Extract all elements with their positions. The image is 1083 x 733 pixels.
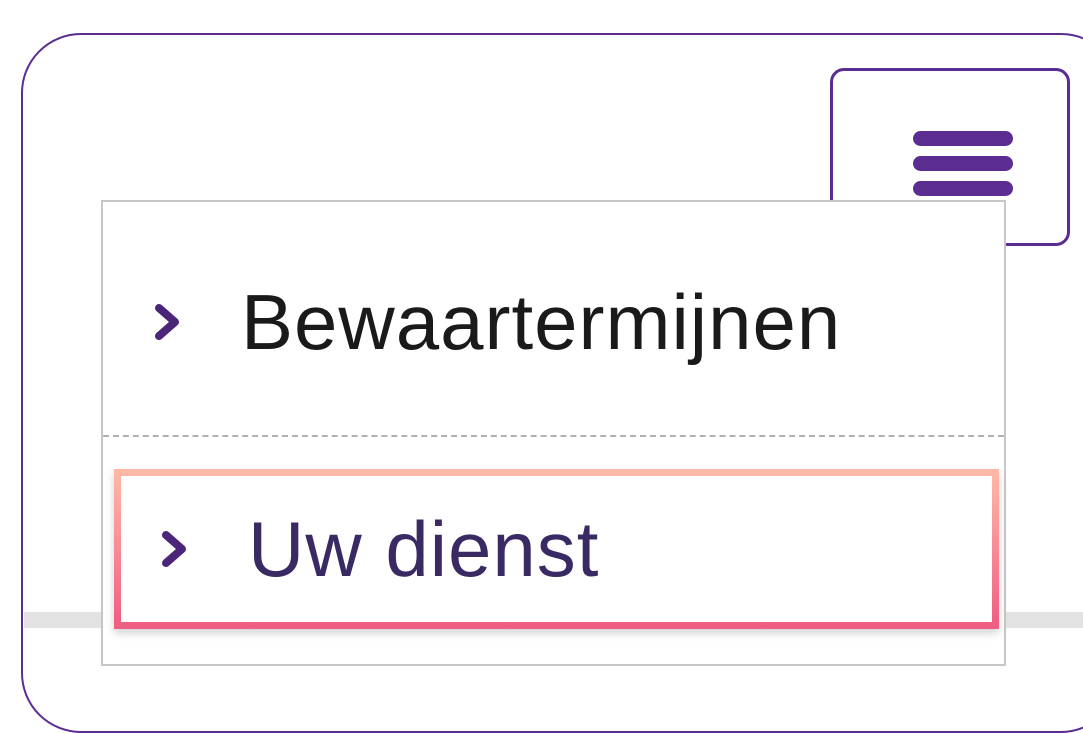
chevron-right-icon [162, 531, 186, 567]
chevron-right-icon [155, 304, 179, 340]
menu-item-label: Bewaartermijnen [241, 277, 842, 366]
menu-item-label: Uw dienst [248, 504, 600, 593]
menu-divider [103, 435, 1004, 437]
menu-item-bewaartermijnen[interactable]: Bewaartermijnen [103, 242, 1004, 402]
menu-item-uw-dienst[interactable]: Uw dienst [114, 469, 999, 629]
hamburger-icon [913, 131, 1013, 206]
dropdown-menu: Bewaartermijnen Uw dienst [101, 200, 1006, 666]
